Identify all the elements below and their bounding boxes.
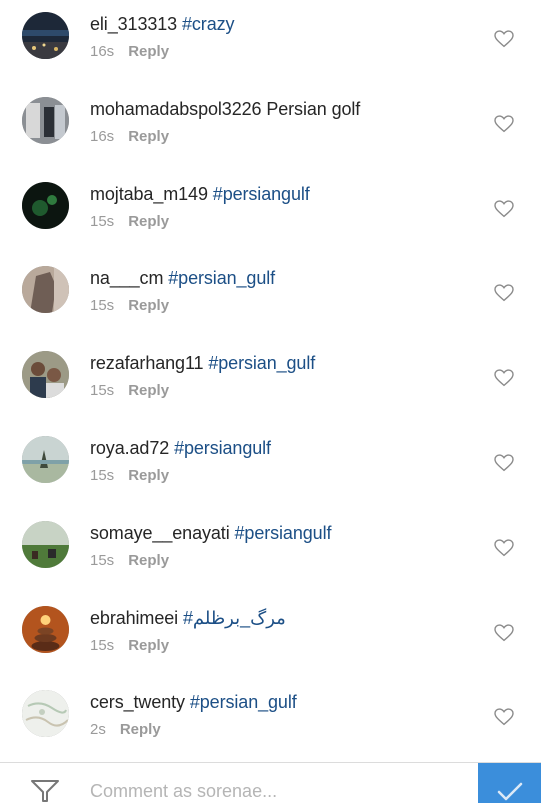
comment-username[interactable]: eli_313313 (90, 14, 177, 34)
heart-icon[interactable] (494, 199, 514, 220)
comment-row[interactable]: mohamadabspol3226 Persian golf 16s Reply (0, 96, 541, 181)
heart-icon[interactable] (494, 30, 514, 50)
reply-button[interactable]: Reply (128, 552, 169, 569)
comment-row[interactable]: cers_twenty #persian_gulf 2s Reply (0, 690, 541, 762)
reply-button[interactable]: Reply (128, 43, 169, 60)
avatar-image (22, 605, 69, 653)
comment-text[interactable]: #مرگ_برظلم (183, 608, 286, 628)
comment-username[interactable]: ebrahimeei (90, 608, 178, 628)
comment-meta: 15s Reply (90, 297, 169, 314)
comment-username[interactable]: somaye__enayati (90, 523, 230, 543)
reply-button[interactable]: Reply (128, 297, 169, 314)
comment-body: na___cm #persian_gulf (90, 268, 275, 289)
comment-row[interactable]: mojtaba_m149 #persiangulf 15s Reply (0, 181, 541, 266)
comment-row[interactable]: na___cm #persian_gulf 15s Reply (0, 266, 541, 350)
avatar[interactable] (22, 96, 69, 144)
comment-body: somaye__enayati #persiangulf (90, 523, 331, 544)
comment-timestamp: 15s (90, 636, 115, 654)
comment-input[interactable] (90, 780, 470, 802)
avatar[interactable] (22, 181, 69, 229)
comment-timestamp: 15s (90, 382, 115, 400)
comment-timestamp: 15s (90, 467, 115, 484)
heart-icon[interactable] (494, 623, 514, 644)
comment-composer (0, 762, 541, 803)
heart-icon[interactable] (494, 369, 514, 389)
comment-meta: 15s Reply (90, 213, 169, 230)
comment-body: mojtaba_m149 #persiangulf (90, 184, 310, 205)
comment-row[interactable]: somaye__enayati #persiangulf 15s Reply (0, 520, 541, 605)
avatar[interactable] (22, 690, 69, 738)
avatar[interactable] (22, 12, 69, 59)
avatar[interactable] (22, 266, 69, 314)
comment-body: mohamadabspol3226 Persian golf (90, 99, 360, 120)
filter-icon[interactable] (30, 779, 60, 803)
comment-body: ebrahimeei #مرگ_برظلم (90, 608, 286, 629)
heart-icon[interactable] (494, 708, 514, 728)
reply-button[interactable]: Reply (128, 213, 169, 230)
comment-body: eli_313313 #crazy (90, 14, 235, 35)
heart-icon[interactable] (494, 284, 514, 304)
avatar-image (22, 520, 69, 568)
heart-icon[interactable] (494, 539, 514, 559)
comment-username[interactable]: na___cm (90, 268, 163, 288)
comment-meta: 2s Reply (90, 721, 161, 738)
comment-body: rezafarhang11 #persian_gulf (90, 353, 315, 374)
comment-meta: 15s Reply (90, 467, 169, 484)
avatar-image (22, 181, 69, 229)
reply-button[interactable]: Reply (128, 637, 169, 654)
reply-button[interactable]: Reply (128, 382, 169, 399)
comment-timestamp: 15s (90, 551, 115, 569)
comment-timestamp: 16s (90, 43, 115, 60)
comment-meta: 16s Reply (90, 128, 169, 145)
comment-body: cers_twenty #persian_gulf (90, 692, 297, 713)
comment-username[interactable]: cers_twenty (90, 692, 185, 712)
avatar[interactable] (22, 520, 69, 568)
comment-timestamp: 2s (90, 721, 106, 739)
reply-button[interactable]: Reply (128, 467, 169, 484)
comment-text[interactable]: #persiangulf (235, 523, 332, 543)
heart-icon[interactable] (494, 115, 514, 135)
avatar[interactable] (22, 436, 69, 483)
comment-text[interactable]: #persian_gulf (208, 353, 315, 373)
reply-button[interactable]: Reply (128, 128, 169, 145)
comment-text[interactable]: #persian_gulf (168, 268, 275, 288)
comment-row[interactable]: ebrahimeei #مرگ_برظلم 15s Reply (0, 605, 541, 690)
comment-meta: 16s Reply (90, 43, 169, 60)
comment-meta: 15s Reply (90, 382, 169, 399)
avatar-image (22, 266, 69, 314)
avatar[interactable] (22, 351, 69, 399)
avatar-image (22, 690, 69, 738)
comment-username[interactable]: roya.ad72 (90, 438, 169, 458)
reply-button[interactable]: Reply (120, 721, 161, 738)
comment-row[interactable]: eli_313313 #crazy 16s Reply (0, 12, 541, 96)
comment-body: roya.ad72 #persiangulf (90, 438, 271, 459)
heart-icon[interactable] (494, 454, 514, 474)
comment-username[interactable]: mojtaba_m149 (90, 184, 208, 204)
comment-list[interactable]: eli_313313 #crazy 16s Reply mohamadabspol32… (0, 0, 541, 762)
comment-text[interactable]: #persian_gulf (190, 692, 297, 712)
comment-username[interactable]: rezafarhang11 (90, 353, 204, 373)
avatar-image (22, 12, 69, 59)
comment-text[interactable]: #crazy (182, 14, 235, 34)
comment-username[interactable]: mohamadabspol3226 (90, 99, 262, 119)
comment-row[interactable]: roya.ad72 #persiangulf 15s Reply (0, 436, 541, 520)
avatar[interactable] (22, 605, 69, 653)
comment-timestamp: 16s (90, 127, 115, 145)
comment-meta: 15s Reply (90, 552, 169, 569)
comment-text[interactable]: #persiangulf (213, 184, 310, 204)
comment-row[interactable]: rezafarhang11 #persian_gulf 15s Reply (0, 351, 541, 435)
avatar-image (22, 96, 69, 144)
avatar-image (22, 351, 69, 399)
send-button[interactable] (478, 763, 541, 803)
avatar-image (22, 436, 69, 483)
comment-meta: 15s Reply (90, 637, 169, 654)
comment-text[interactable]: #persiangulf (174, 438, 271, 458)
comment-text: Persian golf (266, 98, 361, 119)
comment-timestamp: 15s (90, 212, 115, 230)
comment-timestamp: 15s (90, 297, 115, 315)
